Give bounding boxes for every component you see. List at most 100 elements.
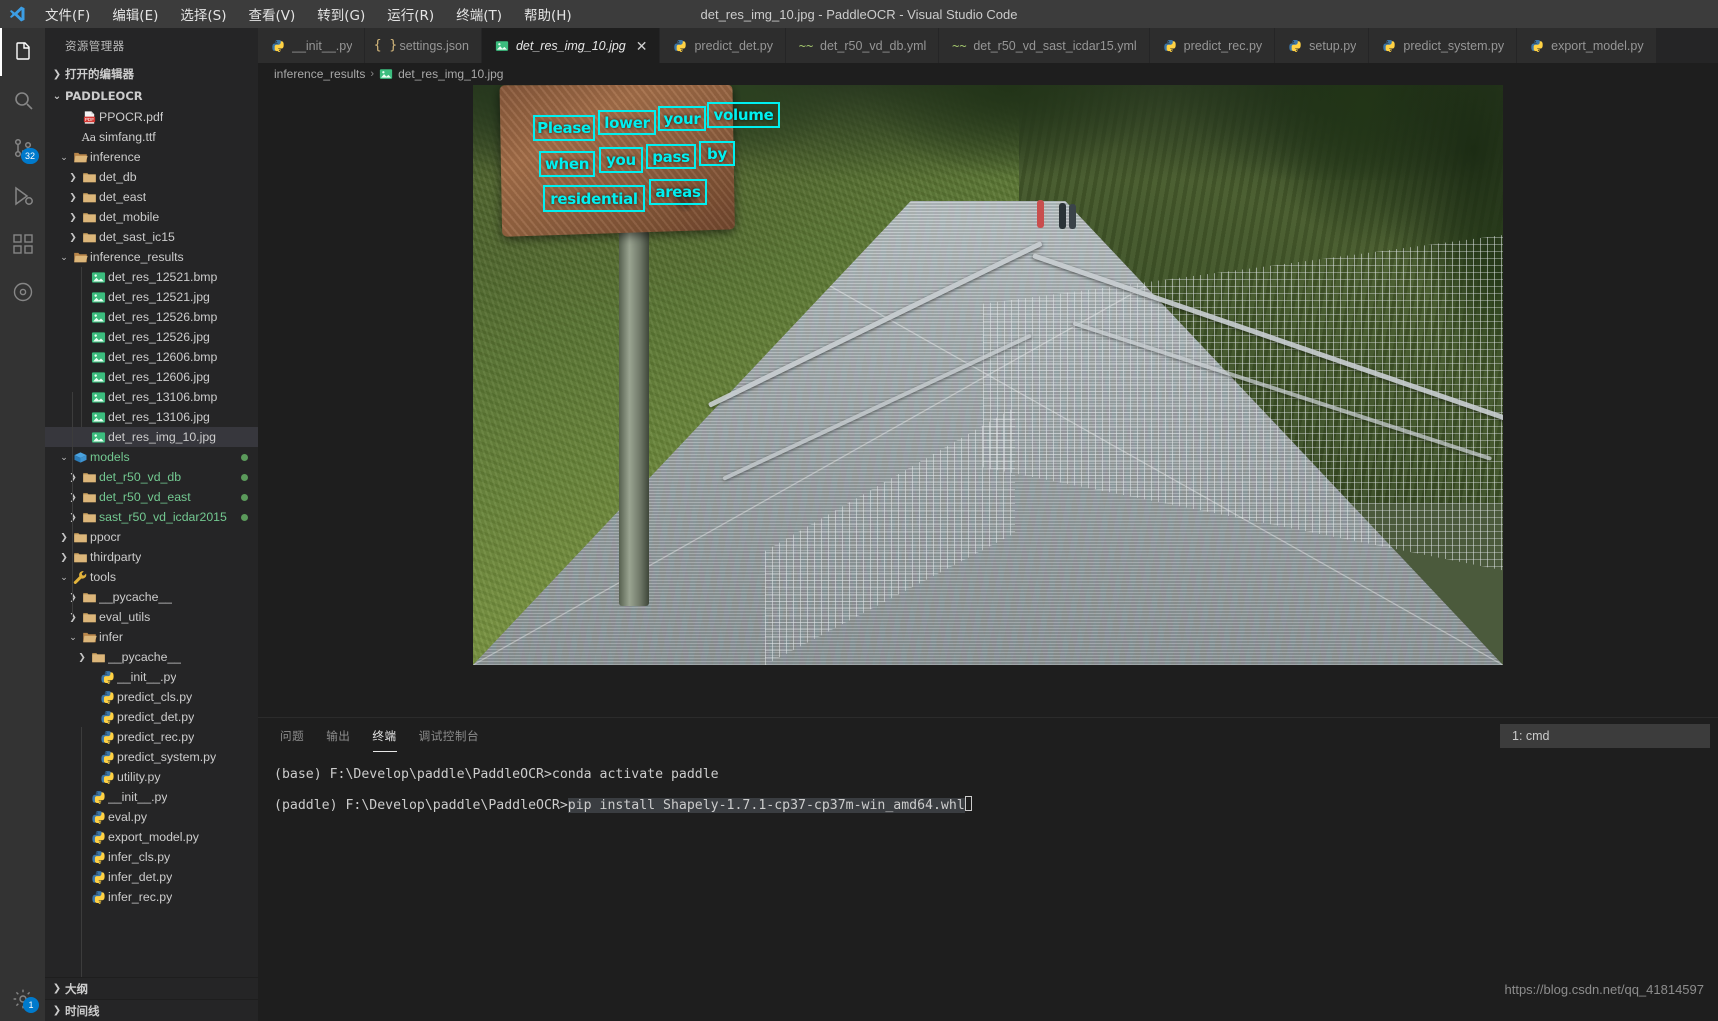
activity-explorer[interactable] <box>0 28 45 76</box>
chevron-right-icon[interactable]: ❯ <box>76 653 88 662</box>
tree-item[interactable]: det_res_12521.bmp <box>45 267 258 287</box>
tree-item[interactable]: ❯det_sast_ic15 <box>45 227 258 247</box>
tree-item[interactable]: utility.py <box>45 767 258 787</box>
chevron-right-icon[interactable]: ❯ <box>67 233 79 242</box>
tree-item[interactable]: infer_cls.py <box>45 847 258 867</box>
chevron-right-icon[interactable]: ❯ <box>67 613 79 622</box>
editor-tabs[interactable]: __init__.py{ }settings.jsondet_res_img_1… <box>258 28 1718 63</box>
tree-item[interactable]: ⌄models <box>45 447 258 467</box>
breadcrumb[interactable]: inference_results › det_res_img_10.jpg <box>258 63 1718 85</box>
chevron-down-icon[interactable]: ⌄ <box>58 453 70 462</box>
tree-item[interactable]: ❯thirdparty <box>45 547 258 567</box>
editor-tab[interactable]: predict_rec.py <box>1150 28 1276 63</box>
tree-item[interactable]: infer_rec.py <box>45 887 258 907</box>
menu-selection[interactable]: 选择(S) <box>169 0 237 28</box>
tree-item[interactable]: det_res_12606.bmp <box>45 347 258 367</box>
tree-item[interactable]: det_res_12606.jpg <box>45 367 258 387</box>
panel-tab-output[interactable]: 输出 <box>324 722 352 750</box>
editor-tab[interactable]: ~~det_r50_vd_sast_icdar15.yml <box>939 28 1149 63</box>
tree-item[interactable]: predict_det.py <box>45 707 258 727</box>
tree-item[interactable]: ❯det_east <box>45 187 258 207</box>
editor-tab[interactable]: { }settings.json <box>365 28 481 63</box>
chevron-down-icon[interactable]: ⌄ <box>58 253 70 262</box>
chevron-down-icon[interactable]: ⌄ <box>58 153 70 162</box>
file-tree[interactable]: PDFPPOCR.pdfAasimfang.ttf⌄inference❯det_… <box>45 107 258 977</box>
chevron-right-icon[interactable]: ❯ <box>67 593 79 602</box>
tree-item[interactable]: ❯det_db <box>45 167 258 187</box>
editor-tab[interactable]: predict_system.py <box>1369 28 1517 63</box>
tree-item[interactable]: predict_cls.py <box>45 687 258 707</box>
breadcrumb-file[interactable]: det_res_img_10.jpg <box>398 67 503 81</box>
panel-tab-debug-console[interactable]: 调试控制台 <box>417 722 481 750</box>
project-section[interactable]: ⌄ PADDLEOCR <box>45 85 258 107</box>
chevron-down-icon[interactable]: ⌄ <box>58 573 70 582</box>
menu-view[interactable]: 查看(V) <box>238 0 307 28</box>
tree-item[interactable]: infer_det.py <box>45 867 258 887</box>
activity-remote-explorer[interactable] <box>0 268 45 316</box>
tree-item[interactable]: export_model.py <box>45 827 258 847</box>
tree-item[interactable]: ❯det_r50_vd_east <box>45 487 258 507</box>
chevron-right-icon[interactable]: ❯ <box>67 513 79 522</box>
tree-item[interactable]: det_res_12526.bmp <box>45 307 258 327</box>
activity-source-control[interactable]: 32 <box>0 124 45 172</box>
tree-item[interactable]: ❯sast_r50_vd_icdar2015 <box>45 507 258 527</box>
tree-item[interactable]: Aasimfang.ttf <box>45 127 258 147</box>
menu-bar[interactable]: 文件(F) 编辑(E) 选择(S) 查看(V) 转到(G) 运行(R) 终端(T… <box>34 0 583 28</box>
menu-file[interactable]: 文件(F) <box>34 0 101 28</box>
tree-item[interactable]: ❯det_mobile <box>45 207 258 227</box>
tree-item[interactable]: ⌄tools <box>45 567 258 587</box>
activity-extensions[interactable] <box>0 220 45 268</box>
chevron-right-icon[interactable]: ❯ <box>58 553 70 562</box>
image-preview-pane[interactable]: Pleaseloweryourvolumewhenyoupassbyreside… <box>258 85 1718 717</box>
tree-item[interactable]: ⌄inference <box>45 147 258 167</box>
tree-item[interactable]: ❯__pycache__ <box>45 587 258 607</box>
panel-tab-problems[interactable]: 问题 <box>278 722 306 750</box>
chevron-right-icon[interactable]: ❯ <box>67 213 79 222</box>
chevron-right-icon[interactable]: ❯ <box>67 493 79 502</box>
tree-item[interactable]: predict_rec.py <box>45 727 258 747</box>
chevron-right-icon[interactable]: ❯ <box>67 173 79 182</box>
open-editors-section[interactable]: ❯ 打开的编辑器 <box>45 63 258 85</box>
menu-edit[interactable]: 编辑(E) <box>101 0 169 28</box>
editor-tab[interactable]: export_model.py <box>1517 28 1656 63</box>
tree-item[interactable]: eval.py <box>45 807 258 827</box>
menu-go[interactable]: 转到(G) <box>306 0 376 28</box>
editor-tab[interactable]: ~~det_r50_vd_db.yml <box>786 28 939 63</box>
panel-tab-terminal[interactable]: 终端 <box>370 722 398 750</box>
tree-item[interactable]: ⌄infer <box>45 627 258 647</box>
chevron-right-icon[interactable]: ❯ <box>58 533 70 542</box>
activity-manage-settings[interactable]: 1 <box>0 977 45 1021</box>
tree-item[interactable]: ⌄inference_results <box>45 247 258 267</box>
tree-item[interactable]: ❯__pycache__ <box>45 647 258 667</box>
tree-item[interactable]: __init__.py <box>45 667 258 687</box>
timeline-section[interactable]: ❯ 时间线 <box>45 999 258 1021</box>
editor-tab[interactable]: det_res_img_10.jpg✕ <box>482 28 661 63</box>
editor-tab[interactable]: setup.py <box>1275 28 1369 63</box>
tree-item[interactable]: predict_system.py <box>45 747 258 767</box>
tree-item[interactable]: ❯ppocr <box>45 527 258 547</box>
tree-item[interactable]: ❯eval_utils <box>45 607 258 627</box>
tree-item[interactable]: det_res_img_10.jpg <box>45 427 258 447</box>
activity-run-debug[interactable] <box>0 172 45 220</box>
close-icon[interactable]: ✕ <box>636 39 648 53</box>
tree-item[interactable]: det_res_12521.jpg <box>45 287 258 307</box>
menu-help[interactable]: 帮助(H) <box>513 0 583 28</box>
tree-item[interactable]: det_res_12526.jpg <box>45 327 258 347</box>
chevron-right-icon[interactable]: ❯ <box>67 473 79 482</box>
chevron-down-icon[interactable]: ⌄ <box>67 633 79 642</box>
activity-search[interactable] <box>0 76 45 124</box>
tree-item[interactable]: __init__.py <box>45 787 258 807</box>
terminal-output[interactable]: (base) F:\Develop\paddle\PaddleOCR>conda… <box>258 753 1718 999</box>
menu-terminal[interactable]: 终端(T) <box>445 0 513 28</box>
menu-run[interactable]: 运行(R) <box>376 0 445 28</box>
chevron-right-icon[interactable]: ❯ <box>67 193 79 202</box>
terminal-selector[interactable]: 1: cmd <box>1500 724 1710 748</box>
editor-tab[interactable]: predict_det.py <box>660 28 786 63</box>
tree-item[interactable]: det_res_13106.bmp <box>45 387 258 407</box>
tree-item[interactable]: ❯det_r50_vd_db <box>45 467 258 487</box>
outline-section[interactable]: ❯ 大纲 <box>45 977 258 999</box>
editor-tab[interactable]: __init__.py <box>258 28 365 63</box>
tree-item[interactable]: det_res_13106.jpg <box>45 407 258 427</box>
tree-item[interactable]: PDFPPOCR.pdf <box>45 107 258 127</box>
breadcrumb-folder[interactable]: inference_results <box>274 67 365 81</box>
